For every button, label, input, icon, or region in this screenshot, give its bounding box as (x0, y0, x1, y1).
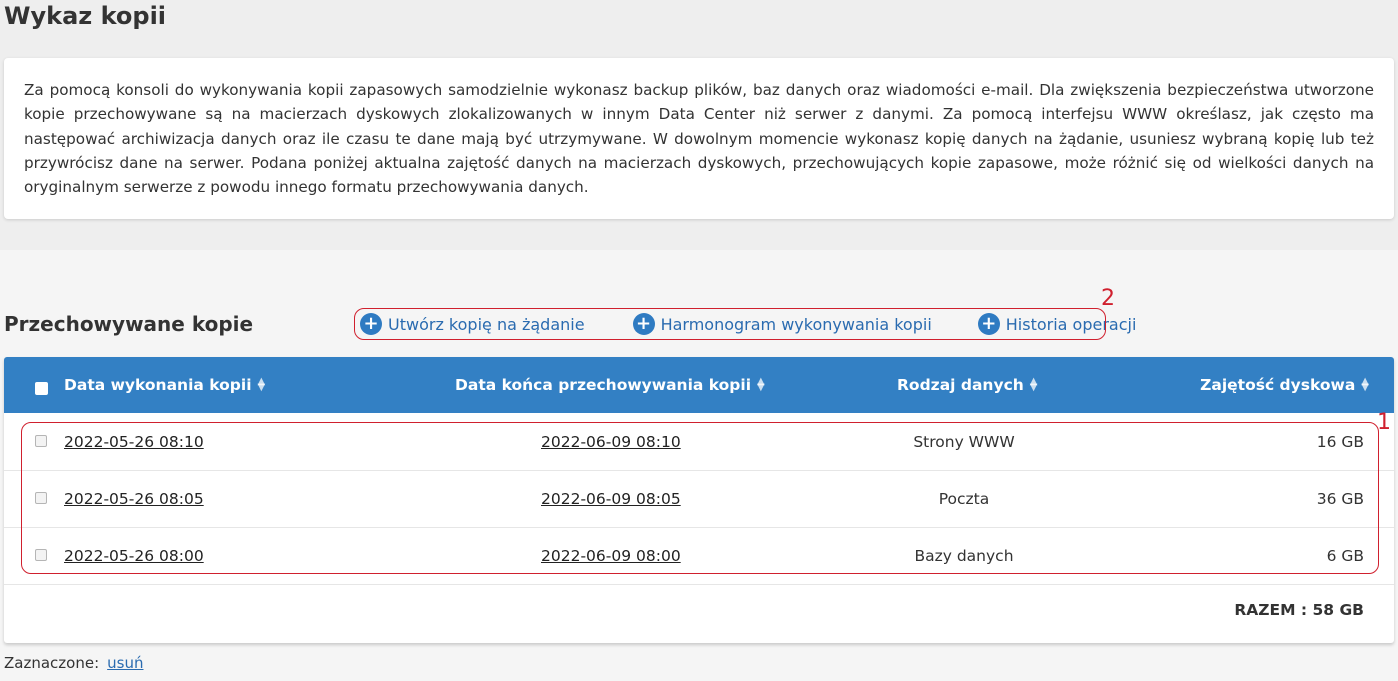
selection-footer: Zaznaczone: usuń (4, 654, 143, 672)
expires-link[interactable]: 2022-06-09 08:00 (541, 547, 681, 565)
table-header: Data wykonania kopii ▲ ▼ Data końca przec… (4, 357, 1394, 413)
expires-cell: 2022-06-09 08:05 (541, 470, 681, 527)
table-row: 2022-05-26 08:10 2022-06-09 08:10 Strony… (4, 413, 1394, 471)
created-cell: 2022-05-26 08:10 (64, 413, 204, 470)
type-cell: Strony WWW (913, 432, 1015, 451)
schedule-label: Harmonogram wykonywania kopii (660, 314, 932, 334)
row-checkbox[interactable] (35, 492, 47, 504)
created-link[interactable]: 2022-05-26 08:00 (64, 547, 204, 565)
plus-circle-icon: + (632, 313, 655, 335)
sort-icon: ▲ ▼ (1361, 376, 1369, 393)
type-cell: Bazy danych (914, 546, 1014, 565)
history-label: Historia operacji (1005, 314, 1137, 334)
created-link[interactable]: 2022-05-26 08:05 (64, 490, 204, 508)
table-row: 2022-05-26 08:00 2022-06-09 08:00 Bazy d… (4, 527, 1394, 585)
selected-label: Zaznaczone: (4, 654, 100, 672)
section-title: Przechowywane kopie (4, 312, 254, 336)
action-links: + Utwórz kopię na żądanie + Harmonogram … (356, 310, 1136, 338)
created-link[interactable]: 2022-05-26 08:10 (64, 433, 204, 451)
history-link[interactable]: + Historia operacji (977, 313, 1137, 335)
rows-highlight-number: 1 (1377, 410, 1391, 435)
size-cell: 16 GB (1316, 432, 1364, 451)
row-checkbox[interactable] (35, 549, 47, 561)
column-created-label: Data wykonania kopii (64, 376, 252, 394)
info-description: Za pomocą konsoli do wykonywania kopii z… (24, 81, 1374, 197)
column-size[interactable]: Zajętość dyskowa ▲ ▼ (1200, 357, 1369, 413)
column-expires[interactable]: Data końca przechowywania kopii ▲ ▼ (455, 357, 765, 413)
size-cell: 6 GB (1326, 546, 1364, 565)
select-all-checkbox[interactable] (35, 382, 48, 395)
backup-table: Data wykonania kopii ▲ ▼ Data końca przec… (4, 357, 1394, 643)
delete-selected-link[interactable]: usuń (107, 654, 143, 672)
total-size: RAZEM : 58 GB (1234, 601, 1364, 619)
schedule-link[interactable]: + Harmonogram wykonywania kopii (632, 313, 932, 335)
table-row: 2022-05-26 08:05 2022-06-09 08:05 Poczta… (4, 470, 1394, 528)
create-backup-label: Utwórz kopię na żądanie (388, 314, 585, 334)
plus-circle-icon: + (977, 313, 1000, 335)
expires-cell: 2022-06-09 08:10 (541, 413, 681, 470)
type-cell: Poczta (938, 489, 990, 508)
column-created[interactable]: Data wykonania kopii ▲ ▼ (64, 357, 265, 413)
sort-icon: ▲ ▼ (257, 376, 266, 393)
expires-link[interactable]: 2022-06-09 08:10 (541, 433, 681, 451)
sort-icon: ▲ ▼ (757, 376, 765, 393)
page-title: Wykaz kopii (4, 2, 167, 30)
column-size-label: Zajętość dyskowa (1200, 376, 1356, 394)
expires-link[interactable]: 2022-06-09 08:05 (541, 490, 681, 508)
expires-cell: 2022-06-09 08:00 (541, 527, 681, 584)
sort-icon: ▲ ▼ (1029, 376, 1038, 393)
size-cell: 36 GB (1316, 489, 1364, 508)
column-type-label: Rodzaj danych (897, 376, 1024, 394)
actions-highlight-number: 2 (1101, 286, 1115, 311)
created-cell: 2022-05-26 08:05 (64, 470, 204, 527)
info-box: Za pomocą konsoli do wykonywania kopii z… (4, 58, 1394, 219)
create-backup-link[interactable]: + Utwórz kopię na żądanie (360, 313, 585, 335)
column-expires-label: Data końca przechowywania kopii (455, 376, 752, 394)
plus-circle-icon: + (360, 313, 382, 335)
created-cell: 2022-05-26 08:00 (64, 527, 204, 584)
row-checkbox[interactable] (35, 435, 47, 447)
column-type[interactable]: Rodzaj danych ▲ ▼ (897, 357, 1038, 413)
